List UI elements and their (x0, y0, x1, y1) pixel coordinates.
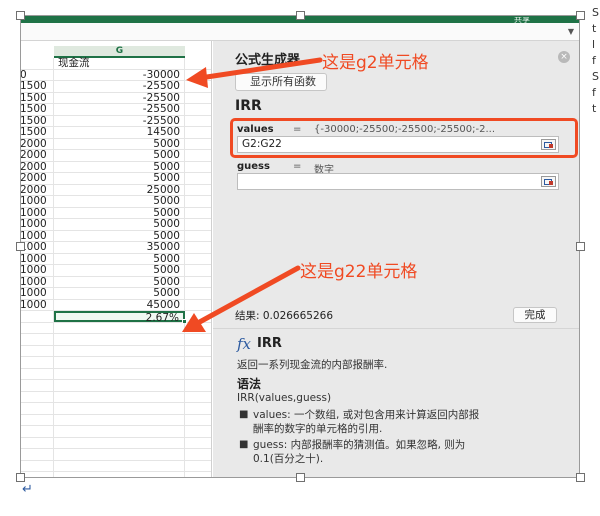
edge-char: f (592, 54, 596, 67)
edge-char: S (592, 70, 599, 83)
edge-char: t (592, 102, 597, 115)
edge-char: S (592, 6, 599, 19)
resize-handle[interactable] (576, 242, 585, 251)
edge-char: t (592, 22, 597, 35)
resize-handle[interactable] (576, 11, 585, 20)
resize-handle[interactable] (16, 242, 25, 251)
paragraph-mark-icon: ↵ (22, 482, 33, 497)
resize-handle[interactable] (296, 473, 305, 482)
image-selection-frame[interactable] (20, 15, 580, 478)
edge-char: l (592, 38, 596, 51)
edge-char: f (592, 86, 596, 99)
resize-handle[interactable] (296, 11, 305, 20)
resize-handle[interactable] (576, 473, 585, 482)
resize-handle[interactable] (16, 11, 25, 20)
resize-handle[interactable] (16, 473, 25, 482)
